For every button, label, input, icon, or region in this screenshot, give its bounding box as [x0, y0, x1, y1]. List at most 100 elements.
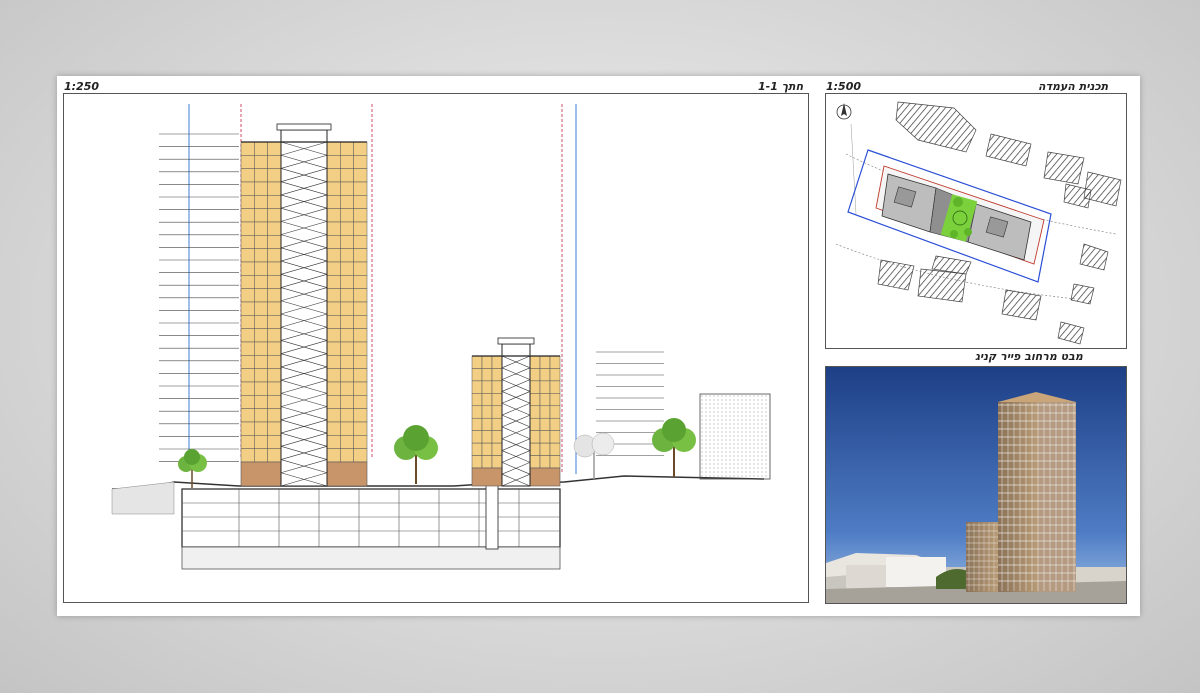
apartment-unit — [340, 208, 354, 223]
apartment-unit — [353, 141, 368, 156]
apartment-unit — [240, 221, 255, 236]
apartment-unit — [240, 248, 255, 263]
apartment-unit — [240, 261, 255, 276]
tree — [394, 425, 438, 484]
apartment-unit — [529, 380, 541, 394]
apartment-unit — [240, 315, 255, 329]
render-svg — [826, 367, 1126, 603]
apartment-unit — [254, 421, 268, 436]
apartment-unit — [340, 248, 354, 263]
apartment-unit — [326, 395, 341, 409]
apartment-unit — [326, 261, 341, 276]
apartment-unit — [340, 448, 354, 463]
apartment-unit — [254, 155, 268, 169]
apartment-unit — [267, 328, 282, 343]
apartment-unit — [353, 221, 368, 236]
apartment-unit — [326, 448, 341, 463]
apartment-unit — [549, 405, 561, 419]
apartment-unit — [340, 421, 354, 436]
apartment-unit — [240, 155, 255, 169]
section-svg — [111, 104, 771, 570]
apartment-unit — [340, 155, 354, 169]
apartment-unit — [340, 435, 354, 449]
foundation — [181, 546, 561, 570]
apartment-unit — [340, 181, 354, 196]
apartment-unit — [353, 341, 368, 356]
rendered-tower-main — [998, 392, 1076, 592]
apartment-unit — [353, 195, 368, 209]
apartment-unit — [326, 235, 341, 249]
apartment-unit — [267, 181, 282, 196]
apartment-unit — [340, 235, 354, 249]
apartment-unit — [491, 380, 503, 394]
apartment-unit — [353, 248, 368, 263]
apartment-unit — [240, 168, 255, 183]
apartment-unit — [240, 435, 255, 449]
apartment-unit — [549, 380, 561, 394]
commercial-floor — [326, 461, 368, 487]
apartment-unit — [240, 355, 255, 369]
apartment-unit — [326, 221, 341, 236]
apartment-unit — [481, 368, 493, 382]
apartment-unit — [471, 368, 483, 382]
apartment-unit — [481, 417, 493, 431]
section-scale: 1:250 — [64, 80, 100, 93]
apartment-unit — [326, 315, 341, 329]
apartment-unit — [353, 208, 368, 223]
section-drawing — [63, 93, 809, 603]
apartment-unit — [491, 417, 503, 431]
apartment-unit — [326, 155, 341, 169]
apartment-unit — [240, 195, 255, 209]
apartment-unit — [353, 288, 368, 303]
apartment-unit — [491, 405, 503, 419]
apartment-unit — [326, 288, 341, 303]
apartment-unit — [340, 168, 354, 183]
apartment-unit — [326, 141, 341, 156]
render-title: מבט מרחוב פייר קניג — [975, 350, 1083, 363]
apartment-unit — [549, 430, 561, 444]
apartment-unit — [340, 395, 354, 409]
apartment-unit — [353, 168, 368, 183]
apartment-unit — [267, 235, 282, 249]
apartment-unit — [539, 405, 551, 419]
apartment-unit — [471, 442, 483, 456]
apartment-unit — [529, 405, 541, 419]
apartment-unit — [539, 393, 551, 407]
apartment-unit — [326, 248, 341, 263]
neighbor-building — [699, 393, 771, 480]
apartment-unit — [326, 381, 341, 396]
apartment-unit — [491, 430, 503, 444]
stair-core — [501, 343, 531, 487]
apartment-unit — [254, 355, 268, 369]
apartment-unit — [340, 355, 354, 369]
apartment-unit — [353, 395, 368, 409]
apartment-unit — [491, 455, 503, 469]
apartment-unit — [491, 368, 503, 382]
apartment-unit — [549, 417, 561, 431]
apartment-unit — [326, 328, 341, 343]
apartment-unit — [240, 395, 255, 409]
apartment-unit — [539, 380, 551, 394]
apartment-unit — [549, 355, 561, 369]
apartment-unit — [267, 421, 282, 436]
apartment-unit — [240, 408, 255, 423]
apartment-unit — [240, 141, 255, 156]
apartment-unit — [254, 448, 268, 463]
apartment-unit — [481, 355, 493, 369]
apartment-unit — [353, 315, 368, 329]
apartment-unit — [267, 315, 282, 329]
apartment-unit — [353, 368, 368, 383]
apartment-unit — [326, 208, 341, 223]
apartment-unit — [267, 208, 282, 223]
apartment-unit — [240, 301, 255, 316]
apartment-unit — [529, 393, 541, 407]
apartment-unit — [240, 448, 255, 463]
apartment-unit — [340, 301, 354, 316]
apartment-unit — [539, 368, 551, 382]
apartment-unit — [240, 275, 255, 289]
apartment-unit — [353, 275, 368, 289]
apartment-unit — [353, 328, 368, 343]
apartment-unit — [254, 141, 268, 156]
apartment-unit — [326, 181, 341, 196]
apartment-unit — [529, 455, 541, 469]
